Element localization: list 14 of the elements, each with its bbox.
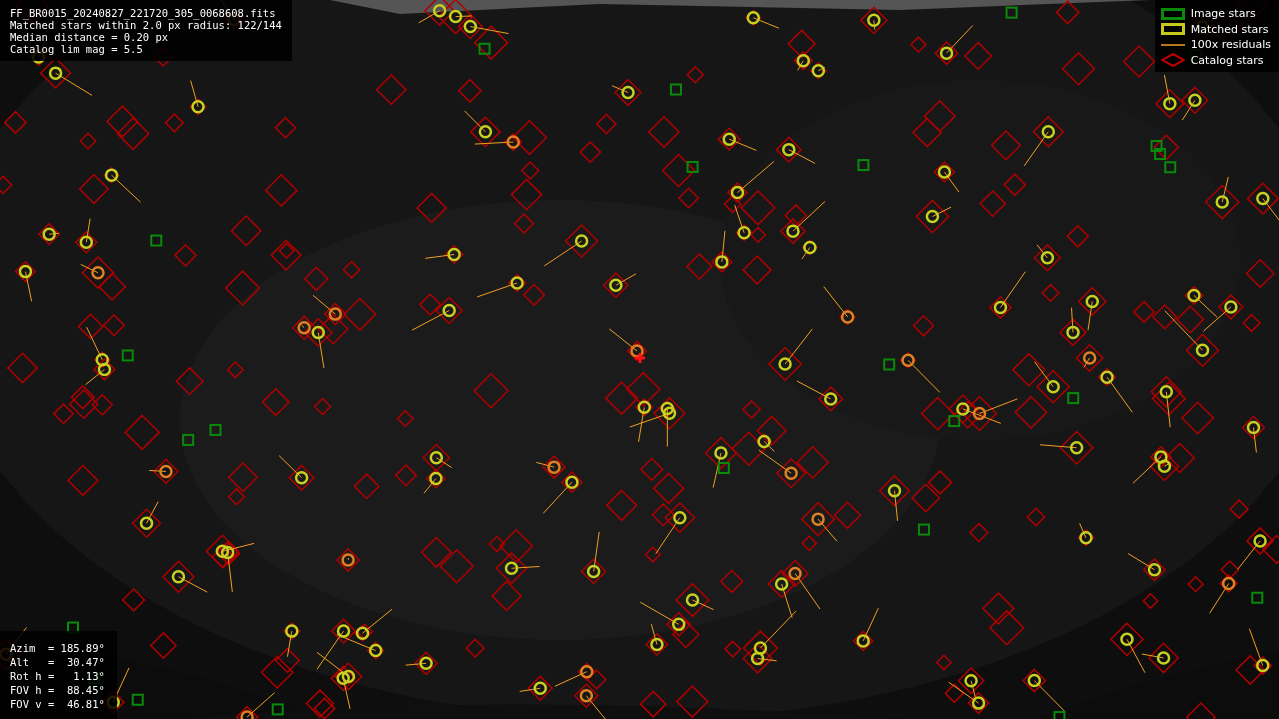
catalog-star-icon — [1160, 53, 1185, 68]
info-text: Median distance = 0.20 px — [10, 31, 170, 43]
info-text: Matched stars within 2.0 px radius: 122/144 — [10, 19, 282, 31]
legend-label: 100x residuals — [1190, 38, 1271, 52]
pointing-text: FOV v = 46.81° — [10, 697, 105, 711]
pointing-text: FOV h = 88.45° — [10, 683, 105, 697]
legend-label: Image stars — [1190, 7, 1256, 21]
legend-label: Matched stars — [1190, 22, 1269, 36]
legend-label: Catalog stars — [1190, 53, 1264, 67]
pointing-text: Azim = 185.89° — [10, 641, 105, 655]
info-text: FF_BR0015_20240827_221720_305_0068608.fits — [10, 7, 277, 19]
info-text: Catalog lim mag = 5.5 — [10, 43, 144, 55]
pointing-text: Alt = 30.47° — [10, 655, 105, 669]
pointing-text: Rot h = 1.13° — [10, 669, 105, 683]
